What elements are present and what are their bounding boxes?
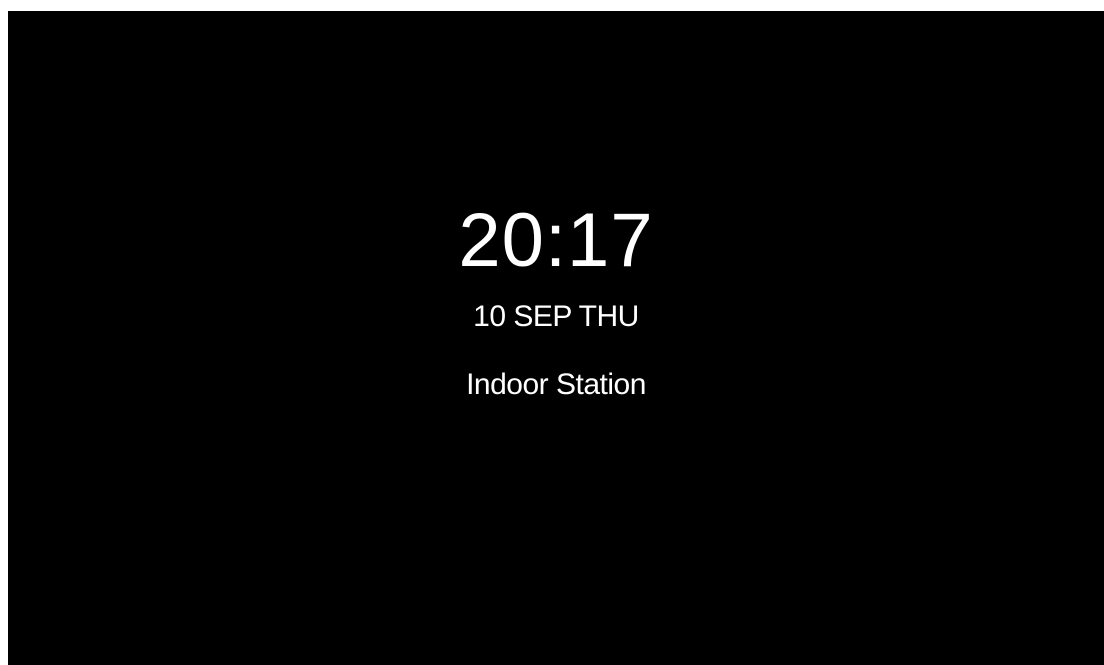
clock-time: 20:17 <box>458 198 654 283</box>
clock-date: 10 SEP THU <box>473 300 639 333</box>
device-name-label: Indoor Station <box>466 368 646 401</box>
standby-screen[interactable]: 20:17 10 SEP THU Indoor Station <box>8 11 1104 665</box>
